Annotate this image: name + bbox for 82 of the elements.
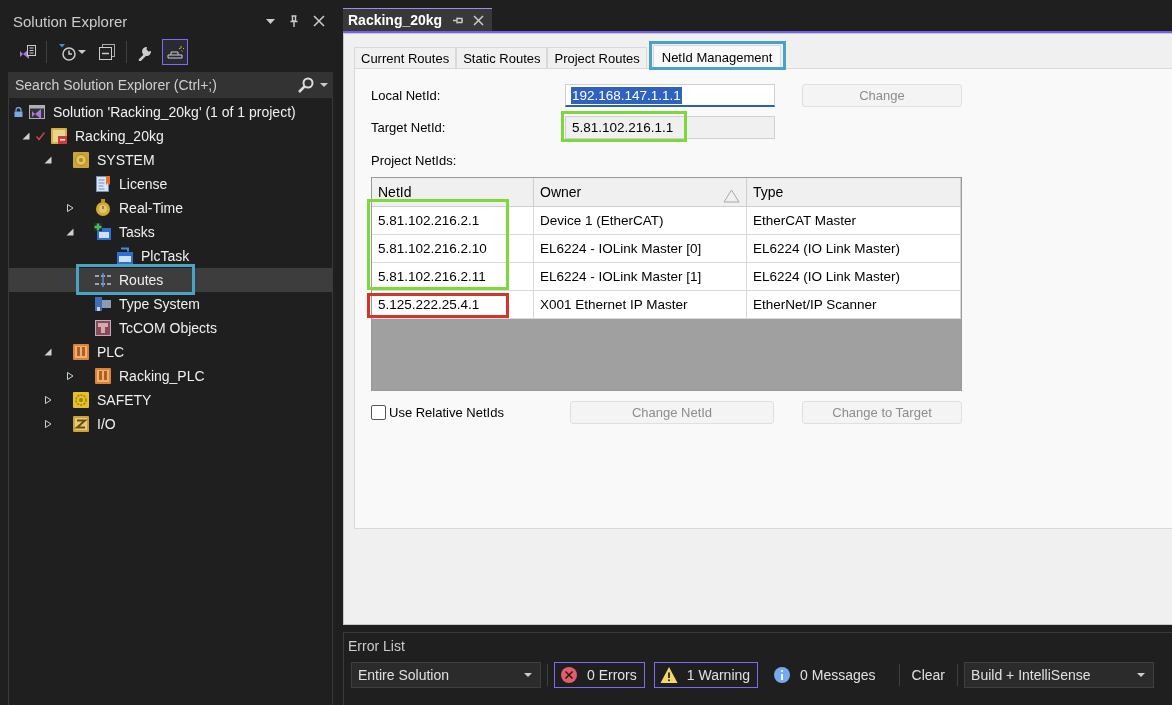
scope-dropdown[interactable]: Entire Solution [351, 662, 541, 688]
z-tile-icon [72, 415, 90, 433]
table-cell: 5.81.102.216.2.10 [372, 235, 534, 263]
close-icon[interactable] [313, 15, 325, 27]
solution-icon [28, 103, 46, 121]
caret-icon [320, 83, 328, 87]
tab[interactable]: Project Routes [547, 47, 647, 68]
tree-item[interactable]: PlcTask [9, 244, 332, 268]
column-header[interactable]: Type [747, 178, 961, 207]
table-cell: EL6224 (IO Link Master) [747, 263, 961, 291]
filter-button[interactable]: 0 Messages [767, 662, 884, 688]
tree-item[interactable]: Tasks [9, 220, 332, 244]
dashed-lines-icon [94, 271, 112, 289]
caret-icon [524, 673, 532, 677]
pin-icon[interactable] [288, 15, 300, 27]
caret-icon [78, 50, 86, 54]
tree-item[interactable]: Type System [9, 292, 332, 316]
field-label: Target NetId: [371, 120, 447, 135]
checkbox[interactable] [371, 405, 386, 420]
bars-tile-icon [94, 367, 112, 385]
search-field[interactable]: Search Solution Explorer (Ctrl+;) [8, 72, 333, 98]
expander-icon[interactable] [66, 372, 74, 380]
field-label: Local NetId: [371, 88, 442, 103]
collapse-all-icon [98, 43, 116, 61]
table-cell: EL6224 - IOLink Master [1] [534, 263, 747, 291]
gear-tile-icon [72, 391, 90, 409]
tree-item[interactable]: SYSTEM [9, 148, 332, 172]
panel-title: Solution Explorer [13, 12, 128, 30]
warning-icon [659, 666, 678, 684]
filter-button[interactable]: 0 Errors [554, 662, 645, 688]
switch-views-icon [18, 43, 36, 61]
table-cell: Device 1 (EtherCAT) [534, 207, 747, 235]
table-cell: 5.81.102.216.2.11 [372, 263, 534, 291]
expander-icon[interactable] [66, 228, 74, 236]
tree-item[interactable]: Real-Time [9, 196, 332, 220]
tree-item[interactable]: PLC [9, 340, 332, 364]
table-cell: EtherCAT Master [747, 207, 961, 235]
document-tab[interactable]: Racking_20kg [343, 8, 493, 31]
expander-icon[interactable] [22, 132, 30, 140]
stopwatch-icon [94, 199, 112, 217]
preview-icon [166, 43, 184, 61]
windows-plus-icon [94, 223, 112, 241]
checkbox-label: Use Relative NetIds [389, 405, 504, 420]
table-cell: 5.81.102.216.2.1 [372, 207, 534, 235]
column-header[interactable]: Owner [534, 178, 747, 207]
text-field[interactable]: 192.168.147.1.1.1 [565, 84, 775, 107]
panel-title: Error List [348, 638, 406, 654]
gear-tile-icon [72, 151, 90, 169]
tree-item[interactable]: Racking_PLC [9, 364, 332, 388]
project-icon [50, 127, 68, 145]
caret-icon [1137, 673, 1146, 677]
expander-icon[interactable] [44, 348, 52, 356]
tree-item[interactable]: License [9, 172, 332, 196]
expander-icon[interactable] [44, 420, 52, 428]
tree-item[interactable]: SAFETY [9, 388, 332, 412]
tree-item[interactable]: Racking_20kg [9, 124, 332, 148]
column-header[interactable]: NetId [372, 178, 534, 207]
certificate-icon [94, 175, 112, 193]
tree-item[interactable]: Solution 'Racking_20kg' (1 of 1 project) [9, 100, 332, 124]
search-icon [298, 77, 314, 93]
blocks-icon [94, 295, 112, 313]
dropdown-icon[interactable] [266, 18, 275, 24]
tab[interactable]: Current Routes [354, 47, 457, 68]
expander-icon[interactable] [66, 204, 74, 212]
history-icon [58, 43, 76, 61]
tree-item[interactable]: I/O [9, 412, 332, 436]
filter-button[interactable]: 1 Warning [653, 662, 759, 688]
table-cell: EL6224 (IO Link Master) [747, 235, 961, 263]
t-block-icon [94, 319, 112, 337]
bars-tile-icon [72, 343, 90, 361]
expander-icon[interactable] [44, 156, 52, 164]
expander-icon[interactable] [44, 396, 52, 404]
window-icon [116, 247, 134, 265]
info-icon [773, 666, 792, 684]
error-icon [560, 666, 578, 684]
close-icon[interactable] [473, 14, 485, 26]
source-dropdown[interactable]: Build + IntelliSense [964, 662, 1155, 688]
table-cell: EL6224 - IOLink Master [0] [534, 235, 747, 263]
clear-button[interactable]: Clear [905, 662, 952, 688]
tree-item[interactable]: TcCOM Objects [9, 316, 332, 340]
tab[interactable]: Static Routes [456, 47, 548, 68]
section-label: Project NetIds: [371, 153, 458, 168]
